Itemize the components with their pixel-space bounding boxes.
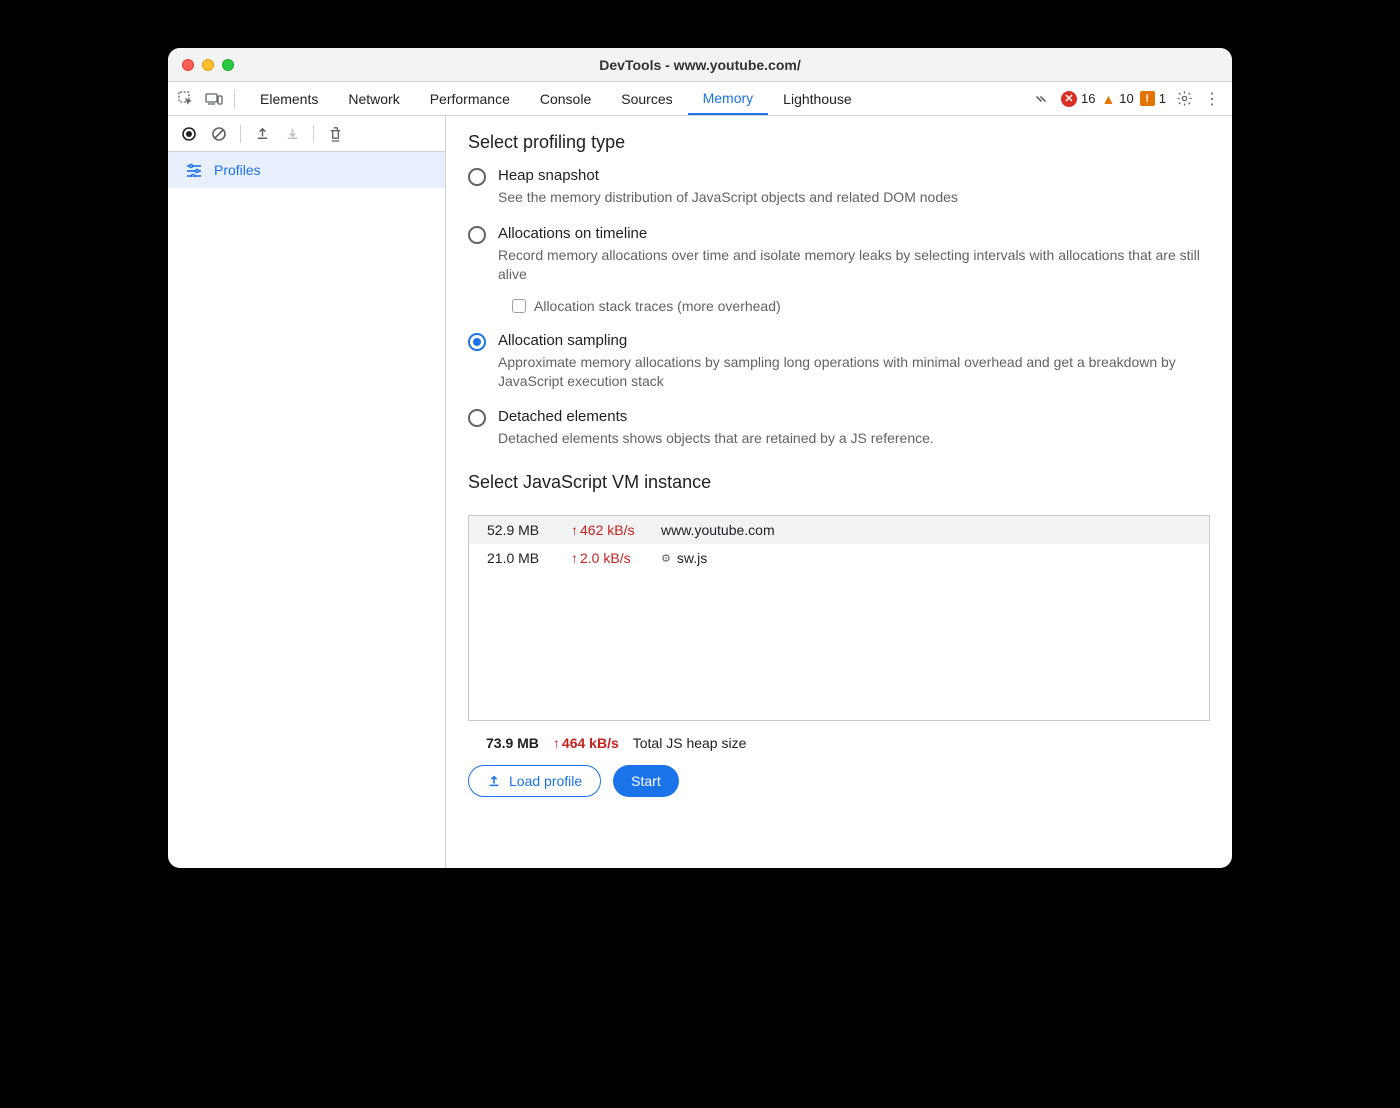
option-desc: See the memory distribution of JavaScrip… <box>498 188 1210 207</box>
start-button[interactable]: Start <box>613 765 679 797</box>
sidebar-toolbar <box>168 116 445 152</box>
vm-instance-row[interactable]: 21.0 MB ↑2.0 kB/s ⚙ sw.js <box>469 544 1209 572</box>
radio-alloc-timeline[interactable] <box>468 226 486 244</box>
vm-rate: 2.0 kB/s <box>580 550 631 566</box>
export-icon[interactable] <box>249 121 275 147</box>
issues-counter[interactable]: ! 1 <box>1140 91 1166 106</box>
profiles-label: Profiles <box>214 162 261 178</box>
vm-size: 21.0 MB <box>487 550 571 566</box>
error-counter[interactable]: ✕ 16 <box>1061 91 1095 107</box>
checkbox-icon[interactable] <box>512 299 526 313</box>
sliders-icon <box>186 163 202 177</box>
tab-console[interactable]: Console <box>525 82 606 115</box>
inspect-element-icon[interactable] <box>172 91 200 107</box>
warning-count: 10 <box>1119 91 1133 106</box>
device-toggle-icon[interactable] <box>200 92 228 106</box>
vm-name: sw.js <box>677 550 707 566</box>
profiling-option-alloc-sampling[interactable]: Allocation sampling Approximate memory a… <box>468 332 1210 391</box>
issues-icon: ! <box>1140 91 1155 106</box>
worker-gear-icon: ⚙ <box>661 552 671 565</box>
memory-panel: Select profiling type Heap snapshot See … <box>446 116 1232 868</box>
window-title: DevTools - www.youtube.com/ <box>168 57 1232 73</box>
option-title: Heap snapshot <box>498 167 1210 184</box>
radio-alloc-sampling[interactable] <box>468 333 486 351</box>
record-button-icon[interactable] <box>176 121 202 147</box>
arrow-up-icon: ↑ <box>571 522 578 538</box>
upload-icon <box>487 774 501 788</box>
settings-gear-icon[interactable] <box>1172 90 1196 107</box>
option-desc: Detached elements shows objects that are… <box>498 429 1210 448</box>
heap-total-row: 73.9 MB ↑464 kB/s Total JS heap size <box>486 735 1210 751</box>
vm-instance-row[interactable]: 52.9 MB ↑462 kB/s www.youtube.com <box>469 516 1209 544</box>
collect-garbage-icon[interactable] <box>322 121 348 147</box>
titlebar: DevTools - www.youtube.com/ <box>168 48 1232 82</box>
total-size: 73.9 MB <box>486 735 539 751</box>
tab-sources[interactable]: Sources <box>606 82 687 115</box>
option-title: Allocations on timeline <box>498 225 1210 242</box>
error-count: 16 <box>1081 91 1095 106</box>
tab-performance[interactable]: Performance <box>415 82 525 115</box>
option-desc: Record memory allocations over time and … <box>498 246 1210 284</box>
devtools-window: DevTools - www.youtube.com/ ElementsNetw… <box>168 48 1232 868</box>
total-label: Total JS heap size <box>633 735 747 751</box>
arrow-up-icon: ↑ <box>571 550 578 566</box>
tab-elements[interactable]: Elements <box>245 82 333 115</box>
kebab-menu-icon[interactable]: ⋮ <box>1202 89 1222 109</box>
error-icon: ✕ <box>1061 91 1077 107</box>
option-title: Allocation sampling <box>498 332 1210 349</box>
devtools-tabbar: ElementsNetworkPerformanceConsoleSources… <box>168 82 1232 116</box>
profiling-option-alloc-timeline[interactable]: Allocations on timeline Record memory al… <box>468 225 1210 314</box>
vm-size: 52.9 MB <box>487 522 571 538</box>
option-desc: Approximate memory allocations by sampli… <box>498 353 1210 391</box>
radio-heap-snapshot[interactable] <box>468 168 486 186</box>
tab-lighthouse[interactable]: Lighthouse <box>768 82 867 115</box>
load-profile-button[interactable]: Load profile <box>468 765 601 797</box>
more-tabs-chevron-icon[interactable] <box>1027 92 1055 106</box>
alloc-stack-traces-checkbox[interactable]: Allocation stack traces (more overhead) <box>512 298 1210 314</box>
import-icon[interactable] <box>279 121 305 147</box>
vm-rate: 462 kB/s <box>580 522 634 538</box>
tab-memory[interactable]: Memory <box>688 82 769 115</box>
vm-heading: Select JavaScript VM instance <box>468 472 1210 493</box>
profiling-option-heap-snapshot[interactable]: Heap snapshot See the memory distributio… <box>468 167 1210 207</box>
profiling-option-detached[interactable]: Detached elements Detached elements show… <box>468 408 1210 448</box>
warning-counter[interactable]: ▲ 10 <box>1101 91 1133 107</box>
option-title: Detached elements <box>498 408 1210 425</box>
clear-button-icon[interactable] <box>206 121 232 147</box>
vm-name: www.youtube.com <box>661 522 775 538</box>
vm-instance-list: 52.9 MB ↑462 kB/s www.youtube.com 21.0 M… <box>468 515 1210 721</box>
issues-count: 1 <box>1159 91 1166 106</box>
profiling-heading: Select profiling type <box>468 132 1210 153</box>
sidebar-item-profiles[interactable]: Profiles <box>168 152 445 188</box>
profiles-sidebar: Profiles <box>168 116 446 868</box>
total-rate: 464 kB/s <box>562 735 619 751</box>
warning-icon: ▲ <box>1101 91 1115 107</box>
radio-detached[interactable] <box>468 409 486 427</box>
arrow-up-icon: ↑ <box>553 735 560 751</box>
tab-network[interactable]: Network <box>333 82 414 115</box>
